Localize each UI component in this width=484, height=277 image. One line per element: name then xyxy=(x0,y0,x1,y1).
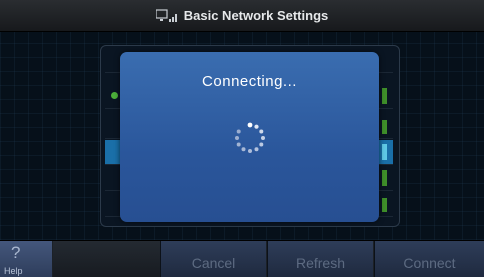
signal-strength-icon xyxy=(382,144,387,160)
loading-spinner-icon xyxy=(232,120,268,156)
page-title: Basic Network Settings xyxy=(183,8,329,23)
connecting-dialog: Connecting... xyxy=(120,52,379,222)
network-icon xyxy=(155,8,178,23)
signal-strength-icon xyxy=(382,198,387,212)
signal-strength-icon xyxy=(382,88,387,104)
help-button[interactable]: ? Help xyxy=(0,241,52,277)
cancel-button[interactable]: Cancel xyxy=(160,241,266,277)
help-icon: ? xyxy=(11,243,21,262)
signal-strength-icon xyxy=(382,120,387,134)
connect-button[interactable]: Connect xyxy=(374,241,484,277)
status-dot-icon xyxy=(111,92,118,99)
bottom-toolbar: ? Help Cancel Refresh Connect xyxy=(0,240,484,277)
refresh-button[interactable]: Refresh xyxy=(267,241,373,277)
help-label: Help xyxy=(4,266,23,276)
title-bar: Basic Network Settings xyxy=(0,0,484,32)
signal-strength-icon xyxy=(382,170,387,186)
empty-slot xyxy=(53,241,160,277)
dialog-title: Connecting... xyxy=(202,73,297,90)
